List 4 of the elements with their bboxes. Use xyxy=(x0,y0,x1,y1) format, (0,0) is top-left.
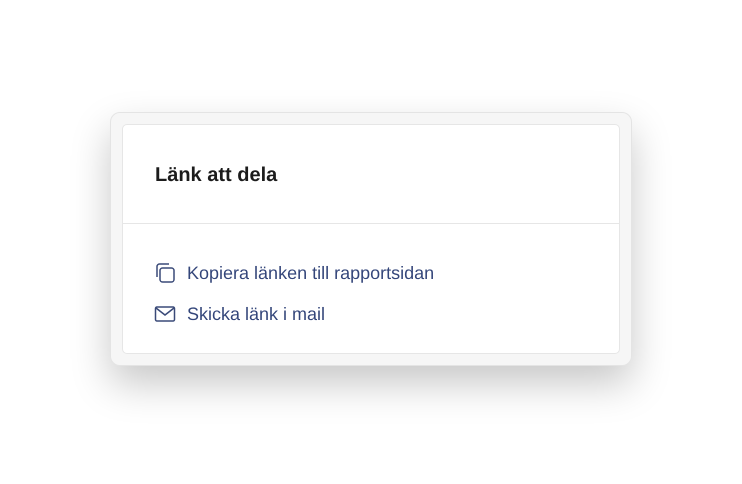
dialog-title: Länk att dela xyxy=(155,163,278,188)
copy-link[interactable]: Kopiera länken till rapportsidan xyxy=(154,260,588,286)
copy-icon xyxy=(154,262,176,284)
mail-link[interactable]: Skicka länk i mail xyxy=(154,301,588,327)
